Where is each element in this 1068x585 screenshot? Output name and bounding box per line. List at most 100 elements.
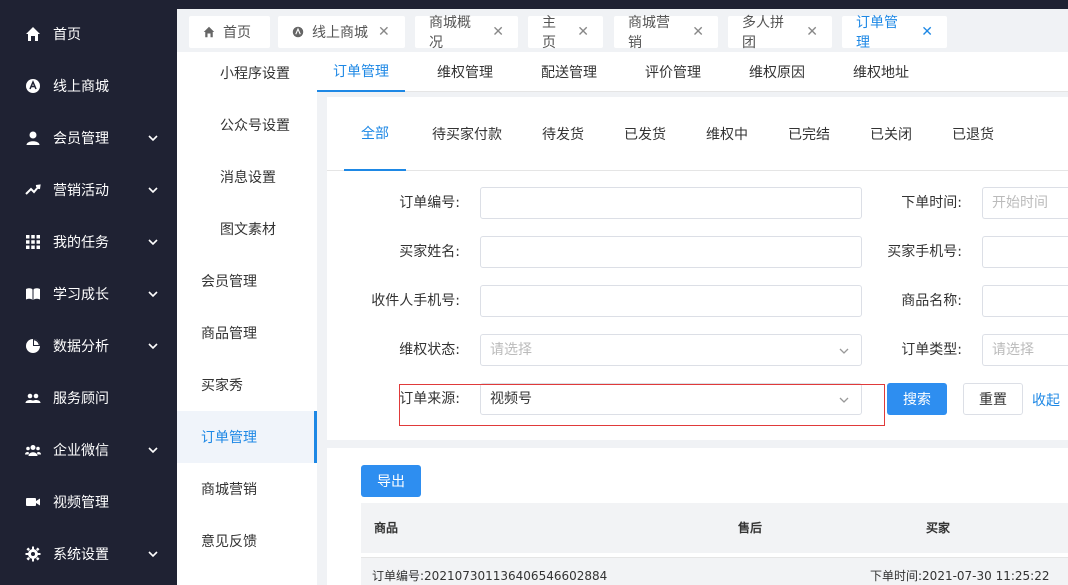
- status-tab-pending-shipment[interactable]: 待发货: [542, 97, 584, 171]
- receiver-phone-input[interactable]: [480, 285, 862, 317]
- sidebar-item-label: 服务顾问: [53, 391, 109, 407]
- sidebar-item-learning[interactable]: 学习成长: [0, 268, 177, 320]
- status-tab-in-rights[interactable]: 维权中: [706, 97, 748, 171]
- highlight-annotation: [399, 384, 885, 426]
- shop-icon: [24, 77, 42, 95]
- buyer-phone-input[interactable]: [982, 236, 1068, 268]
- close-icon[interactable]: ✕: [692, 24, 704, 40]
- status-tab-pending-payment[interactable]: 待买家付款: [432, 97, 502, 171]
- close-icon[interactable]: ✕: [492, 24, 504, 40]
- sidebar-item-tasks[interactable]: 我的任务: [0, 216, 177, 268]
- search-button[interactable]: 搜索: [887, 383, 947, 415]
- sidebar-item-label: 我的任务: [53, 235, 109, 251]
- sidebar-item-label: 视频管理: [53, 495, 109, 511]
- subtab-label: 评价管理: [645, 65, 701, 81]
- tab-order-management[interactable]: 订单管理 ✕: [842, 15, 947, 51]
- chevron-down-icon: [148, 343, 158, 350]
- chevron-down-icon: [148, 291, 158, 298]
- subtab-order-management[interactable]: 订单管理: [317, 52, 405, 92]
- submenu-item-miniprogram[interactable]: 小程序设置: [177, 47, 317, 99]
- tab-group-buy[interactable]: 多人拼团 ✕: [728, 15, 832, 51]
- subtab-delivery[interactable]: 配送管理: [541, 52, 597, 92]
- book-icon: [24, 285, 42, 303]
- column-header-after-sales: 售后: [738, 521, 763, 535]
- status-tab-label: 已完结: [788, 127, 830, 143]
- subtab-label: 订单管理: [333, 64, 389, 80]
- table-header: 商品 售后 买家: [361, 503, 1068, 553]
- order-time-start-input[interactable]: 开始时间: [982, 187, 1068, 219]
- sidebar-item-shop[interactable]: 线上商城: [0, 60, 177, 112]
- tab-label: 主页: [542, 15, 556, 51]
- submenu-item-label: 会员管理: [201, 274, 257, 290]
- subtab-rights-reasons[interactable]: 维权原因: [749, 52, 805, 92]
- order-type-label: 订单类型:: [901, 342, 962, 358]
- column-header-buyer: 买家: [926, 521, 951, 535]
- submenu-item-feedback[interactable]: 意见反馈: [177, 515, 317, 567]
- sidebar-item-advisor[interactable]: 服务顾问: [0, 372, 177, 424]
- status-tab-completed[interactable]: 已完结: [788, 97, 830, 171]
- submenu-item-messages[interactable]: 消息设置: [177, 151, 317, 203]
- submenu-item-orders[interactable]: 订单管理: [177, 411, 317, 463]
- tab-label: 订单管理: [856, 15, 898, 51]
- status-tab-closed[interactable]: 已关闭: [870, 97, 912, 171]
- subtab-label: 维权地址: [853, 65, 909, 81]
- sidebar-item-video[interactable]: 视频管理: [0, 476, 177, 528]
- product-name-label: 商品名称:: [901, 293, 962, 309]
- submenu-item-label: 商城营销: [201, 482, 257, 498]
- pie-icon: [24, 337, 42, 355]
- subtab-rights[interactable]: 维权管理: [437, 52, 493, 92]
- subtab-rights-address[interactable]: 维权地址: [853, 52, 909, 92]
- submenu-item-media[interactable]: 图文素材: [177, 203, 317, 255]
- chevron-down-icon: [148, 239, 158, 246]
- grid-icon: [24, 233, 42, 251]
- product-name-input[interactable]: [982, 285, 1068, 317]
- submenu-item-official-account[interactable]: 公众号设置: [177, 99, 317, 151]
- submenu-item-buyer-show[interactable]: 买家秀: [177, 359, 317, 411]
- status-tab-shipped[interactable]: 已发货: [624, 97, 666, 171]
- sidebar-item-members[interactable]: 会员管理: [0, 112, 177, 164]
- subtab-reviews[interactable]: 评价管理: [645, 52, 701, 92]
- tab-online-shop[interactable]: 线上商城 ✕: [278, 16, 405, 48]
- tab-main-page[interactable]: 主页 ✕: [528, 15, 603, 51]
- top-tab-bar: 首页 线上商城 ✕ 商城概况 ✕ 主页 ✕ 商城营销 ✕ 多人拼团 ✕ 订单管理…: [177, 0, 1068, 52]
- subtab-label: 维权管理: [437, 65, 493, 81]
- status-tab-label: 全部: [361, 126, 389, 142]
- sidebar-item-label: 企业微信: [53, 443, 109, 459]
- subtab-label: 配送管理: [541, 65, 597, 81]
- collapse-link[interactable]: 收起: [1032, 390, 1060, 410]
- tab-label: 首页: [223, 25, 251, 41]
- rights-status-select[interactable]: 请选择: [480, 334, 862, 366]
- status-tab-returned[interactable]: 已退货: [952, 97, 994, 171]
- submenu-item-members[interactable]: 会员管理: [177, 255, 317, 307]
- tab-shop-overview[interactable]: 商城概况 ✕: [415, 15, 518, 51]
- order-type-select[interactable]: 请选择: [982, 334, 1068, 366]
- sidebar-item-home[interactable]: 首页: [0, 8, 177, 60]
- export-button[interactable]: 导出: [361, 465, 421, 497]
- top-strip: [177, 0, 1068, 9]
- close-icon[interactable]: ✕: [577, 24, 589, 40]
- submenu-item-shop-marketing[interactable]: 商城营销: [177, 463, 317, 515]
- tab-label: 多人拼团: [742, 15, 784, 51]
- sidebar-item-label: 数据分析: [53, 339, 109, 355]
- reset-button[interactable]: 重置: [963, 383, 1023, 415]
- order-no-input[interactable]: [480, 187, 862, 219]
- tab-home[interactable]: 首页: [189, 16, 270, 48]
- status-tab-bar: 全部 待买家付款 待发货 已发货 维权中 已完结 已关闭 已退货: [327, 97, 1068, 171]
- video-icon: [24, 493, 42, 511]
- close-icon[interactable]: ✕: [378, 24, 390, 40]
- status-tab-all[interactable]: 全部: [344, 97, 406, 171]
- sidebar-item-analytics[interactable]: 数据分析: [0, 320, 177, 372]
- tab-shop-marketing[interactable]: 商城营销 ✕: [614, 15, 718, 51]
- sidebar-item-wecom[interactable]: 企业微信: [0, 424, 177, 476]
- buyer-name-input[interactable]: [480, 236, 862, 268]
- group-icon: [24, 441, 42, 459]
- main-sidebar: 首页 线上商城 会员管理 营销活动 我的任务 学习成长 数据分析 服务顾问 企业…: [0, 0, 177, 585]
- close-icon[interactable]: ✕: [806, 24, 818, 40]
- close-icon[interactable]: ✕: [921, 24, 933, 40]
- secondary-menu: 小程序设置 公众号设置 消息设置 图文素材 会员管理 商品管理 买家秀 订单管理…: [177, 52, 317, 585]
- submenu-item-products[interactable]: 商品管理: [177, 307, 317, 359]
- buyer-phone-label: 买家手机号:: [887, 244, 962, 260]
- sidebar-item-marketing[interactable]: 营销活动: [0, 164, 177, 216]
- subtab-label: 维权原因: [749, 65, 805, 81]
- sidebar-item-settings[interactable]: 系统设置: [0, 528, 177, 580]
